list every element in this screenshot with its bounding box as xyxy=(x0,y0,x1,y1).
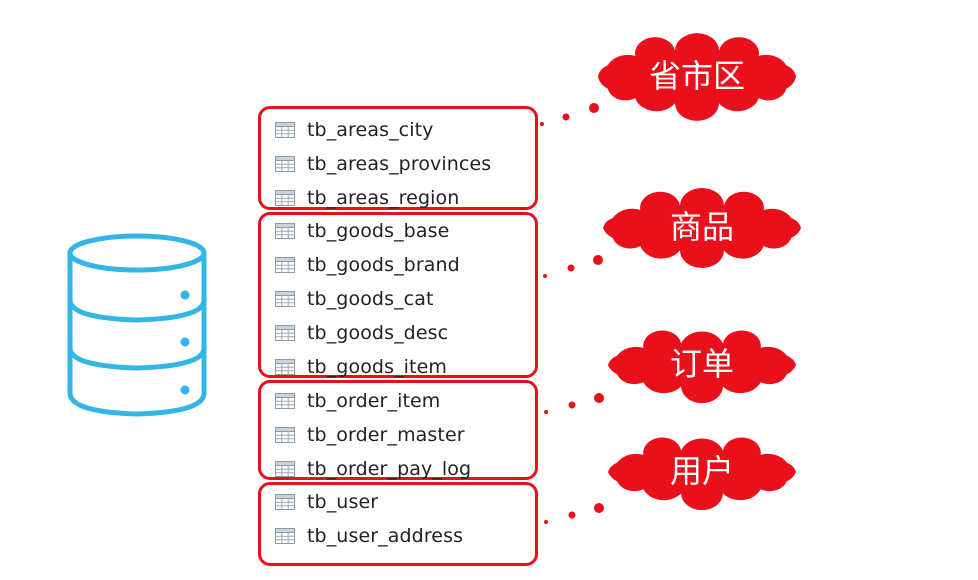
table-row: tb_user_address xyxy=(275,523,463,549)
database-dot-2 xyxy=(180,337,190,347)
table-name: tb_order_item xyxy=(307,390,441,412)
table-icon xyxy=(275,494,295,510)
table-name: tb_areas_city xyxy=(307,119,434,141)
table-group-areas: tb_areas_city tb_areas_provinces tb_areas_… xyxy=(258,106,538,210)
clouds-layer xyxy=(598,33,801,511)
table-name: tb_goods_cat xyxy=(307,288,434,310)
table-row: tb_order_pay_log xyxy=(275,456,471,482)
table-name: tb_user xyxy=(307,491,379,513)
connector-dot xyxy=(594,393,604,403)
table-row: tb_areas_city xyxy=(275,117,434,143)
table-row: tb_goods_item xyxy=(275,354,447,380)
table-icon xyxy=(275,291,295,307)
diagram-stage: tb_areas_city tb_areas_provinces tb_areas_… xyxy=(0,0,978,580)
table-icon xyxy=(275,190,295,206)
table-name: tb_order_pay_log xyxy=(307,458,472,480)
connector-dot xyxy=(568,511,576,519)
database-top-ellipse xyxy=(67,233,207,273)
connector-dot xyxy=(594,503,604,513)
connector-dot xyxy=(544,520,548,524)
table-icon xyxy=(275,427,295,443)
table-name: tb_goods_desc xyxy=(307,322,449,344)
cloud-label-goods: 商品 xyxy=(669,208,734,246)
table-row: tb_goods_cat xyxy=(275,286,434,312)
table-name: tb_goods_base xyxy=(307,220,450,242)
table-name: tb_areas_provinces xyxy=(307,153,492,175)
table-icon xyxy=(275,461,295,477)
database-dot-3 xyxy=(180,385,190,395)
table-row: tb_areas_region xyxy=(275,185,459,211)
table-row: tb_user xyxy=(275,489,378,515)
table-icon xyxy=(275,528,295,544)
table-row: tb_goods_brand xyxy=(275,252,460,278)
connector-dot xyxy=(544,410,548,414)
table-icon xyxy=(275,257,295,273)
table-name: tb_user_address xyxy=(307,525,464,547)
database-icon xyxy=(67,233,207,417)
database-separator-2 xyxy=(67,347,207,371)
table-row: tb_order_master xyxy=(275,422,465,448)
connector-dot xyxy=(589,103,599,113)
table-group-order: tb_order_item tb_order_master tb_order_pay… xyxy=(258,380,538,480)
connector-dot xyxy=(562,113,570,121)
connector-dot xyxy=(540,122,544,126)
table-icon xyxy=(275,359,295,375)
table-row: tb_goods_base xyxy=(275,218,449,244)
table-group-user: tb_user tb_user_address xyxy=(258,482,538,566)
cloud-label-order: 订单 xyxy=(669,345,734,383)
connector-dot xyxy=(567,264,575,272)
cloud-label-areas: 省市区 xyxy=(648,57,745,95)
table-name: tb_goods_brand xyxy=(307,254,460,276)
table-name: tb_areas_region xyxy=(307,187,460,209)
table-icon xyxy=(275,156,295,172)
connector-dot xyxy=(593,255,603,265)
table-row: tb_order_item xyxy=(275,388,440,414)
connector-dot xyxy=(543,274,547,278)
table-icon xyxy=(275,122,295,138)
table-name: tb_goods_item xyxy=(307,356,448,378)
database-separator-1 xyxy=(67,299,207,323)
connector-dot xyxy=(568,401,576,409)
table-row: tb_areas_provinces xyxy=(275,151,491,177)
connector-dots-layer xyxy=(540,103,604,524)
cloud-label-user: 用户 xyxy=(669,452,734,490)
table-row: tb_goods_desc xyxy=(275,320,448,346)
table-icon xyxy=(275,223,295,239)
table-icon xyxy=(275,393,295,409)
table-group-goods: tb_goods_base tb_goods_brand tb_goods_catt… xyxy=(258,212,538,378)
database-dot-1 xyxy=(180,290,190,300)
table-name: tb_order_master xyxy=(307,424,465,446)
table-icon xyxy=(275,325,295,341)
